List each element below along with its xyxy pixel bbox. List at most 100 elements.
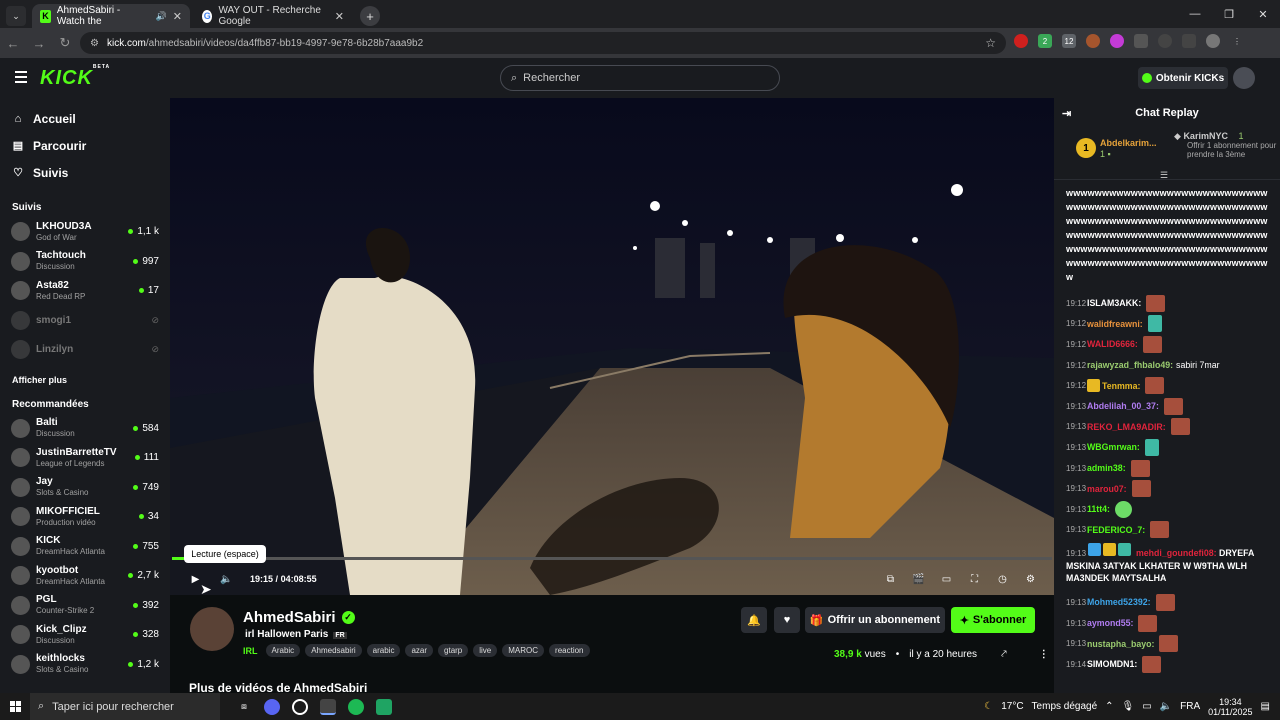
tab-kick[interactable]: K AhmedSabiri - Watch the 🔊 ✕ [32, 4, 190, 28]
close-tab-icon[interactable]: ✕ [173, 10, 182, 23]
chat-username[interactable]: WBGmrwan: [1087, 442, 1140, 452]
miniplayer-icon[interactable]: ⧉ [885, 574, 896, 585]
close-window-icon[interactable]: ✕ [1246, 0, 1280, 28]
chat-username[interactable]: aymond55: [1087, 618, 1133, 628]
tag-chip[interactable]: live [473, 644, 498, 657]
clip-icon[interactable]: 🎬 [912, 574, 924, 585]
reload-icon[interactable]: ↻ [52, 35, 78, 51]
chat-username[interactable]: SIMOMDN1: [1087, 659, 1137, 669]
subscribe-button[interactable]: ✦ S'abonner [951, 607, 1035, 633]
chevron-up-icon[interactable]: ⌃ [1105, 701, 1113, 712]
avatar[interactable] [1233, 67, 1255, 89]
speed-icon[interactable]: ◷ [997, 574, 1008, 585]
collapse-chat-icon[interactable]: ⇥ [1062, 107, 1071, 120]
clock[interactable]: 19:34 01/11/2025 [1208, 697, 1252, 717]
top-gifter[interactable]: 1 Abdelkarim... 1 ▪ [1076, 138, 1157, 159]
discord-icon[interactable] [264, 698, 280, 715]
gift-prompt[interactable]: ◆ KarimNYC 1 Offrir 1 abonnement pour pr… [1174, 132, 1277, 160]
fullscreen-icon[interactable]: ⛶ [969, 574, 980, 585]
profile-icon[interactable] [1206, 34, 1220, 48]
channel-list-item[interactable]: keithlocks Slots & Casino 1,2 k [0, 650, 170, 680]
channel-list-item[interactable]: Tachtouch Discussion 997 [0, 247, 170, 277]
channel-list-item[interactable]: Balti Discussion 584 [0, 414, 170, 444]
new-tab-button[interactable]: + [360, 6, 380, 26]
tag-chip[interactable]: arabic [366, 644, 401, 657]
follow-heart-button[interactable]: ♥ [774, 607, 800, 633]
start-button[interactable] [0, 701, 30, 712]
channel-list-item[interactable]: Linzilyn ⊘ [0, 335, 170, 365]
get-kicks-button[interactable]: Obtenir KICKs [1138, 67, 1228, 89]
spotify-icon[interactable] [348, 698, 364, 715]
chat-username[interactable]: Tenmma: [1102, 381, 1140, 391]
chat-username[interactable]: Abdelilah_00_37: [1087, 401, 1159, 411]
tag-chip[interactable]: Arabic [265, 644, 301, 657]
tab-search-button[interactable]: ⌄ [6, 6, 26, 26]
chat-username[interactable]: walidfreawni: [1087, 319, 1143, 329]
puzzle-icon[interactable] [1134, 34, 1148, 48]
menu-dots-icon[interactable]: ⋮ [1230, 34, 1244, 48]
chat-username[interactable]: nustapha_bayo: [1087, 639, 1154, 649]
notifications-icon[interactable]: ▤ [1261, 701, 1270, 712]
chat-username[interactable]: WALID6666: [1087, 339, 1138, 349]
bookmark-star-icon[interactable]: ☆ [985, 36, 996, 50]
nav-home[interactable]: ⌂ Accueil [0, 105, 170, 132]
notification-bell-button[interactable]: 🔔 [741, 607, 767, 633]
chat-username[interactable]: admin38: [1087, 463, 1126, 473]
extension-icon[interactable]: 12 [1062, 34, 1076, 48]
nav-following[interactable]: ♡ Suivis [0, 159, 170, 186]
tag-chip[interactable]: reaction [549, 644, 590, 657]
tag-chip[interactable]: azar [405, 644, 434, 657]
chat-username[interactable]: rajawyzad_fhbalo49: [1087, 360, 1173, 370]
tag-chip[interactable]: MAROC [502, 644, 545, 657]
gift-subscription-button[interactable]: 🎁 Offrir un abonnement [805, 607, 945, 633]
chat-username[interactable]: mehdi_goundefi08: [1136, 548, 1217, 558]
chat-username[interactable]: Mohmed52392: [1087, 597, 1151, 607]
channel-list-item[interactable]: Asta82 Red Dead RP 17 [0, 276, 170, 306]
speaker-icon[interactable]: 🔈 [1160, 701, 1172, 712]
chat-username[interactable]: FEDERICO_7: [1087, 525, 1145, 535]
site-info-icon[interactable]: ⚙ [90, 38, 99, 49]
chat-username[interactable]: 11tt4: [1087, 504, 1110, 514]
close-tab-icon[interactable]: ✕ [335, 10, 344, 23]
chat-username[interactable]: marou07: [1087, 484, 1127, 494]
show-more-link[interactable]: Afficher plus [0, 375, 170, 385]
adblock-icon[interactable] [1014, 34, 1028, 48]
channel-list-item[interactable]: LKHOUD3A God of War 1,1 k [0, 217, 170, 247]
chrome-icon[interactable] [320, 698, 336, 715]
extension-icon[interactable]: 2 [1038, 34, 1052, 48]
taskbar-search[interactable]: ⌕ Taper ici pour rechercher [30, 693, 220, 720]
channel-list-item[interactable]: smogi1 ⊘ [0, 306, 170, 336]
url-field[interactable]: ⚙ kick.com/ahmedsabiri/videos/da4ffb87-b… [80, 32, 1006, 54]
tab-list-icon[interactable] [1182, 34, 1196, 48]
share-icon[interactable]: ⤤ [1001, 649, 1007, 660]
tag-chip[interactable]: Ahmedsabiri [305, 644, 362, 657]
search-input[interactable]: ⌕ Rechercher [500, 65, 780, 91]
video-player[interactable] [170, 98, 1054, 595]
channel-list-item[interactable]: Jay Slots & Casino 749 [0, 473, 170, 503]
channel-list-item[interactable]: kyootbot DreamHack Atlanta 2,7 k [0, 561, 170, 591]
channel-name[interactable]: AhmedSabiri ✓ [243, 609, 355, 626]
hamburger-menu-icon[interactable] [15, 71, 27, 86]
tag-chip[interactable]: gtarp [438, 644, 469, 657]
volume-icon[interactable]: 🔈 [220, 574, 232, 585]
app-icon[interactable] [376, 698, 392, 715]
restore-icon[interactable]: ❐ [1212, 0, 1246, 28]
chat-username[interactable]: ISLAM3AKK: [1087, 298, 1141, 308]
tab-google[interactable]: G WAY OUT - Recherche Google ✕ [194, 4, 352, 28]
history-icon[interactable] [1158, 34, 1172, 48]
back-icon[interactable]: ← [0, 36, 26, 51]
kick-logo[interactable]: KICKBETA [40, 64, 110, 90]
more-options-icon[interactable]: ⋮ [1039, 649, 1049, 660]
settings-gear-icon[interactable]: ⚙ [1025, 574, 1036, 585]
channel-list-item[interactable]: KICK DreamHack Atlanta 755 [0, 532, 170, 562]
filter-icon[interactable]: ☰ [1160, 170, 1168, 181]
channel-list-item[interactable]: PGL Counter-Strike 2 392 [0, 591, 170, 621]
theater-mode-icon[interactable]: ▭ [941, 574, 952, 585]
channel-list-item[interactable]: JustinBarretteTV League of Legends 111 [0, 443, 170, 473]
chat-username[interactable]: REKO_LMA9ADIR: [1087, 422, 1166, 432]
avatar[interactable] [190, 607, 234, 651]
input-language[interactable]: FRA [1180, 701, 1200, 712]
channel-list-item[interactable]: Kick_Clipz Discussion 328 [0, 620, 170, 650]
extension-icon[interactable] [1110, 34, 1124, 48]
nav-browse[interactable]: ▤ Parcourir [0, 132, 170, 159]
